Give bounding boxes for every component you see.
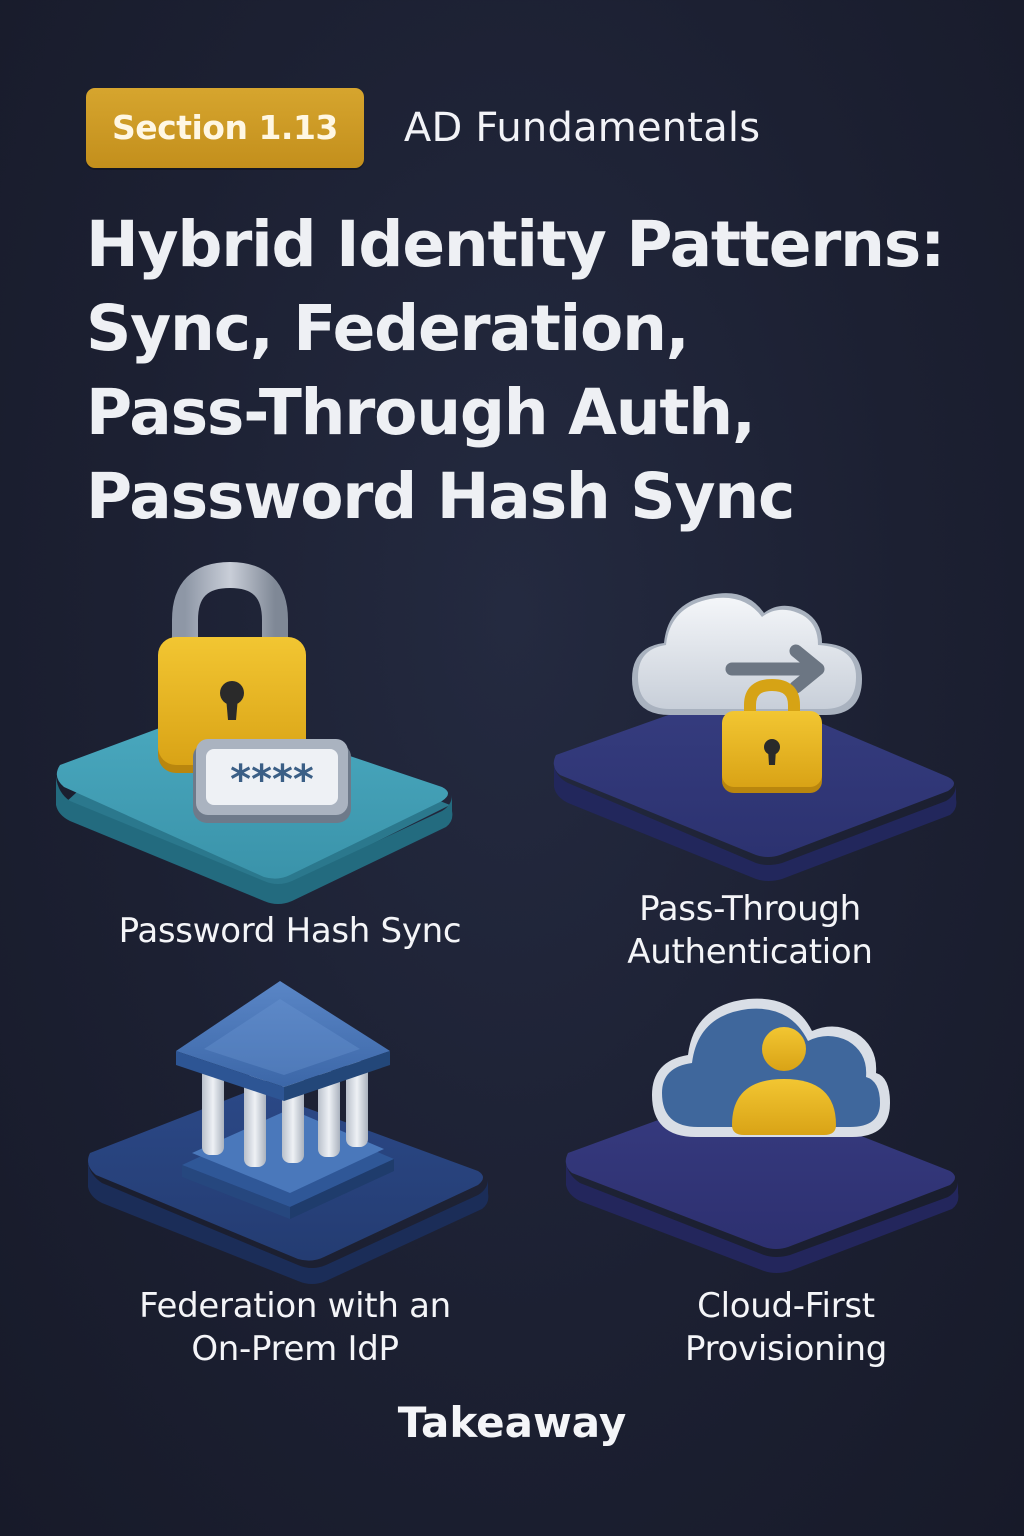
label-line: Provisioning <box>685 1329 887 1369</box>
padlock-password-icon: **** <box>56 561 453 904</box>
masked-password: **** <box>230 757 314 803</box>
cloud-user-icon <box>565 998 959 1273</box>
title-line: Pass-Through Auth, <box>86 376 756 449</box>
cloud-arrow-lock-icon <box>553 593 957 881</box>
tile-cloud-first <box>562 985 962 1275</box>
tile-password-hash-sync: **** <box>50 561 460 905</box>
tile-pass-through-auth <box>550 565 970 885</box>
label-line: Cloud-First <box>697 1286 875 1326</box>
takeaway-heading: Takeaway <box>397 1398 627 1447</box>
label-line: Authentication <box>627 932 873 972</box>
header: Section 1.13 AD Fundamentals <box>86 88 760 168</box>
tile-federation <box>84 975 494 1285</box>
building-columns-icon <box>88 981 489 1284</box>
title-line: Sync, Federation, <box>86 292 690 365</box>
section-badge: Section 1.13 <box>86 88 364 168</box>
tile-label-pass-through-auth: Pass-Through Authentication <box>500 888 1000 974</box>
label-line: Password Hash Sync <box>118 911 462 951</box>
tile-label-password-hash-sync: Password Hash Sync <box>40 910 540 953</box>
label-line: Pass-Through <box>639 889 861 929</box>
title-line: Password Hash Sync <box>86 460 795 533</box>
tile-label-cloud-first: Cloud-First Provisioning <box>536 1285 1024 1371</box>
title-line: Hybrid Identity Patterns: <box>86 208 945 281</box>
category-label: AD Fundamentals <box>403 105 761 151</box>
page-title: Hybrid Identity Patterns: Sync, Federati… <box>86 203 986 539</box>
